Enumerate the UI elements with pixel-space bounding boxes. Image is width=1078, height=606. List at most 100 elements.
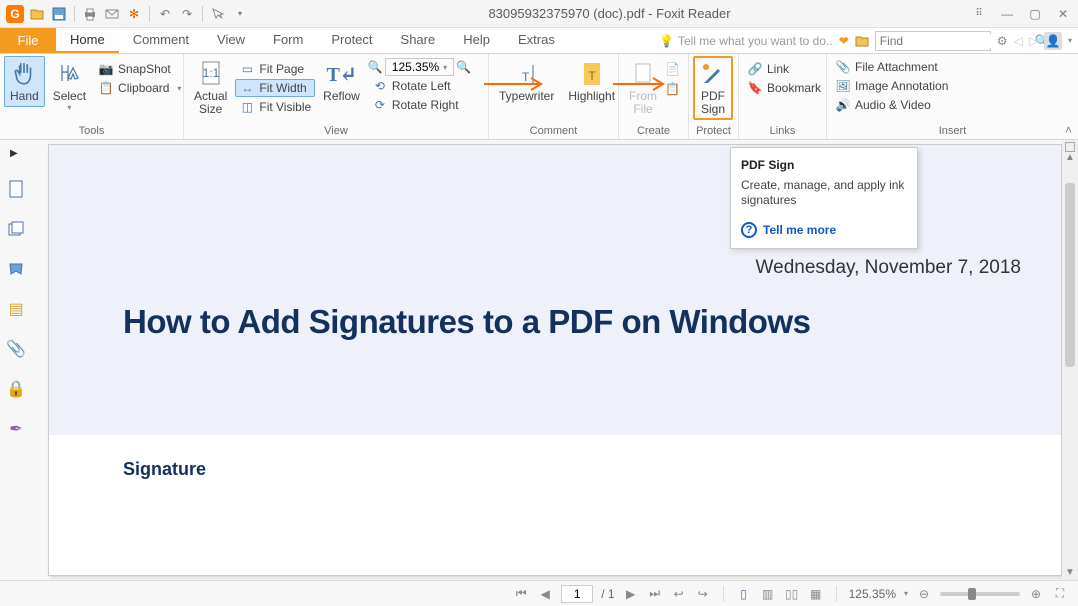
undo-icon[interactable]: ↶: [156, 5, 174, 23]
clipboard-button[interactable]: 📋 Clipboard ▾: [94, 79, 185, 97]
bookmarks-panel-icon[interactable]: [6, 259, 26, 279]
zoom-in-icon[interactable]: 🔍: [456, 60, 471, 74]
find-settings-icon[interactable]: ⚙: [997, 34, 1008, 48]
close-icon[interactable]: ✕: [1054, 5, 1072, 23]
fullscreen-icon[interactable]: ⛶: [1052, 586, 1068, 601]
comments-panel-icon[interactable]: ▤: [6, 299, 26, 319]
find-next-icon[interactable]: ▷: [1029, 34, 1038, 48]
pdf-sign-button[interactable]: PDF Sign: [693, 56, 733, 120]
new-icon[interactable]: ✻: [125, 5, 143, 23]
cursor-dropdown-icon[interactable]: [209, 5, 227, 23]
ribbon-options-icon[interactable]: ⠿: [970, 5, 988, 23]
clipboard-icon: 📋: [98, 80, 114, 96]
snapshot-button[interactable]: 📷 SnapShot: [94, 60, 185, 78]
tab-protect[interactable]: Protect: [317, 28, 386, 53]
tooltip-tell-me-more[interactable]: ? Tell me more: [741, 222, 907, 238]
file-attachment-button[interactable]: 📎File Attachment: [831, 58, 952, 76]
zoom-slider-knob[interactable]: [968, 588, 976, 600]
continuous-facing-view-icon[interactable]: ▦: [808, 587, 824, 601]
zoom-minus-icon[interactable]: ⊖: [916, 587, 932, 601]
rotate-right-button[interactable]: ⟳Rotate Right: [368, 96, 471, 114]
audio-video-button[interactable]: 🔊Audio & Video: [831, 96, 952, 114]
user-dropdown-icon[interactable]: ▾: [1068, 36, 1072, 45]
jump-back-icon[interactable]: ↩: [671, 587, 687, 601]
tab-share[interactable]: Share: [387, 28, 450, 53]
actual-size-button[interactable]: 1:1 Actual Size: [188, 56, 233, 120]
email-icon[interactable]: [103, 5, 121, 23]
select-tool-button[interactable]: Select ▾: [47, 56, 92, 116]
reflow-button[interactable]: T↵ Reflow: [317, 56, 366, 107]
fit-visible-button[interactable]: ◫Fit Visible: [235, 98, 315, 116]
redo-icon[interactable]: ↷: [178, 5, 196, 23]
continuous-view-icon[interactable]: ▥: [760, 587, 776, 601]
open-icon[interactable]: [28, 5, 46, 23]
tab-home[interactable]: Home: [56, 28, 119, 53]
zoom-percent-label: 125.35%: [849, 587, 896, 601]
app-logo: G: [6, 5, 24, 23]
tab-extras[interactable]: Extras: [504, 28, 569, 53]
collapse-ribbon-icon[interactable]: ˄: [1065, 123, 1072, 137]
group-label-protect: Protect: [693, 125, 734, 139]
folder-search-icon[interactable]: [855, 34, 869, 48]
audio-video-icon: 🔊: [835, 97, 851, 113]
layers-panel-icon[interactable]: [6, 219, 26, 239]
jump-forward-icon[interactable]: ↪: [695, 587, 711, 601]
signatures-panel-icon[interactable]: ✒: [6, 419, 26, 439]
zoom-out-icon[interactable]: 🔍: [368, 60, 383, 74]
attachments-panel-icon[interactable]: 📎: [6, 339, 26, 359]
prev-page-icon[interactable]: ◀: [537, 587, 553, 601]
scroll-down-icon[interactable]: ▼: [1065, 567, 1075, 578]
scroll-top-marker[interactable]: [1065, 142, 1075, 152]
fit-width-button[interactable]: ↔Fit Width: [235, 79, 315, 97]
user-avatar[interactable]: 👤: [1044, 32, 1062, 50]
page-total-label: / 1: [601, 587, 614, 601]
panel-expand-icon[interactable]: ▶: [10, 148, 18, 159]
group-label-view: View: [188, 125, 484, 139]
tab-form[interactable]: Form: [259, 28, 317, 53]
link-button[interactable]: 🔗Link: [743, 60, 825, 78]
zoom-plus-icon[interactable]: ⊕: [1028, 587, 1044, 601]
highlight-icon: T: [578, 60, 606, 88]
bookmark-button[interactable]: 🔖Bookmark: [743, 79, 825, 97]
first-page-icon[interactable]: ⏮: [513, 586, 529, 601]
help-icon: ?: [741, 222, 757, 238]
group-label-comment: Comment: [493, 125, 614, 139]
fit-width-icon: ↔: [239, 80, 255, 96]
minimize-icon[interactable]: —: [998, 5, 1016, 23]
scroll-up-icon[interactable]: ▲: [1065, 152, 1075, 163]
reflow-icon: T↵: [328, 60, 356, 88]
print-icon[interactable]: [81, 5, 99, 23]
find-input[interactable]: [880, 34, 1035, 48]
find-prev-icon[interactable]: ◁: [1014, 34, 1023, 48]
rotate-left-button[interactable]: ⟲Rotate Left: [368, 77, 471, 95]
scroll-thumb[interactable]: [1065, 183, 1075, 367]
security-panel-icon[interactable]: 🔒: [6, 379, 26, 399]
fit-page-button[interactable]: ▭Fit Page: [235, 60, 315, 78]
tell-me-input[interactable]: 💡 Tell me what you want to do..: [659, 34, 833, 48]
document-date: Wednesday, November 7, 2018: [756, 257, 1021, 279]
zoom-value-box[interactable]: 125.35%▾: [385, 58, 454, 76]
next-page-icon[interactable]: ▶: [623, 587, 639, 601]
image-annotation-button[interactable]: 🖼Image Annotation: [831, 77, 952, 95]
facing-view-icon[interactable]: ▯▯: [784, 587, 800, 601]
tooltip-title: PDF Sign: [741, 158, 907, 172]
tab-help[interactable]: Help: [449, 28, 504, 53]
single-page-view-icon[interactable]: ▯: [736, 587, 752, 601]
pages-panel-icon[interactable]: [6, 179, 26, 199]
fit-page-icon: ▭: [239, 61, 255, 77]
tab-file[interactable]: File: [0, 28, 56, 53]
qat-dropdown-icon[interactable]: ▾: [231, 5, 249, 23]
save-icon[interactable]: [50, 5, 68, 23]
vertical-scrollbar[interactable]: ▲ ▼: [1062, 140, 1078, 580]
tab-view[interactable]: View: [203, 28, 259, 53]
page-number-input[interactable]: [561, 585, 593, 603]
zoom-slider[interactable]: [940, 592, 1020, 596]
hand-tool-button[interactable]: Hand: [4, 56, 45, 107]
zoom-dropdown-icon[interactable]: ▾: [904, 589, 908, 598]
maximize-icon[interactable]: ▢: [1026, 5, 1044, 23]
bulb-icon: 💡: [659, 34, 674, 48]
tab-comment[interactable]: Comment: [119, 28, 203, 53]
heart-icon[interactable]: ❤: [839, 34, 849, 48]
find-box[interactable]: 🔍: [875, 31, 991, 51]
last-page-icon[interactable]: ⏭: [647, 586, 663, 601]
